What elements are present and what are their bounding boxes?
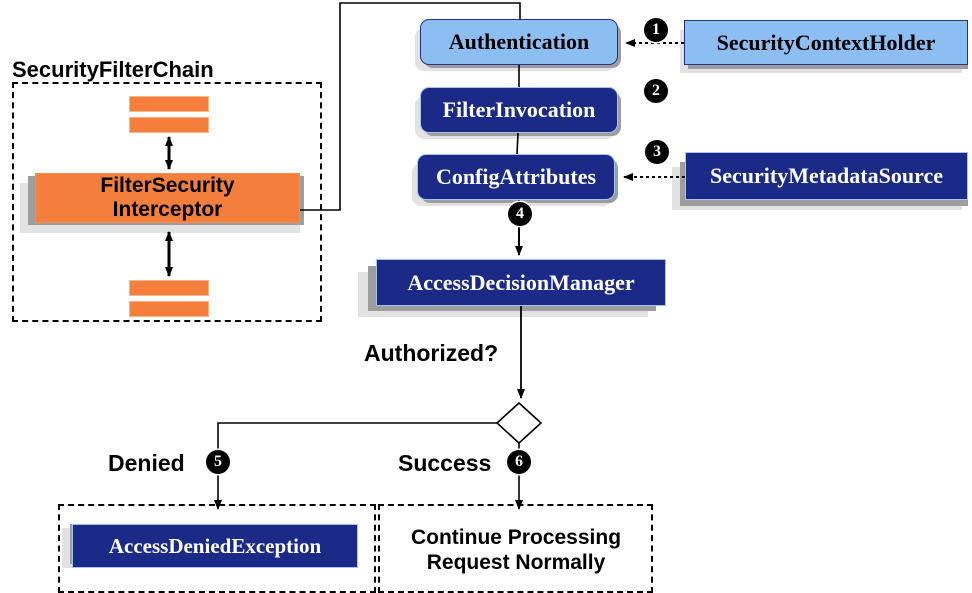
badge-5: 5: [206, 450, 230, 474]
access-decision-manager-node[interactable]: AccessDecisionManager: [376, 259, 666, 306]
diagram-canvas: SecurityFilterChain FilterSecurity Inter…: [0, 0, 972, 593]
authorized-label: Authorized?: [364, 340, 499, 366]
badge-3: 3: [645, 140, 669, 164]
filter-bar-top-2: [129, 117, 209, 133]
badge-2: 2: [644, 79, 668, 103]
access-decision-manager-label: AccessDecisionManager: [407, 269, 635, 295]
security-filter-chain-title: SecurityFilterChain: [12, 57, 214, 82]
access-denied-exception-node[interactable]: AccessDeniedException: [72, 524, 358, 568]
decision-diamond: [495, 401, 543, 445]
config-attributes-label: ConfigAttributes: [435, 164, 597, 190]
continue-processing-node: Continue Processing Request Normally: [382, 512, 650, 588]
filter-invocation-node[interactable]: FilterInvocation: [420, 87, 618, 133]
authentication-label: Authentication: [448, 29, 590, 55]
config-attributes-node[interactable]: ConfigAttributes: [417, 154, 615, 200]
wire-filterinvocation-to-configattributes: [516, 132, 519, 155]
filter-invocation-label: FilterInvocation: [442, 97, 596, 123]
security-metadata-source-label: SecurityMetadataSource: [710, 163, 943, 189]
continue-processing-label: Continue Processing Request Normally: [410, 525, 622, 574]
badge-1: 1: [644, 18, 668, 42]
access-denied-exception-label: AccessDeniedException: [108, 533, 322, 558]
filter-bar-top-1: [129, 96, 209, 112]
success-label: Success: [398, 450, 492, 476]
filter-security-interceptor-label: FilterSecurity Interceptor: [100, 174, 235, 221]
filter-bar-bottom-2: [129, 301, 209, 317]
denied-label: Denied: [108, 450, 185, 476]
filter-bar-bottom-1: [129, 280, 209, 296]
filter-security-interceptor-node[interactable]: FilterSecurity Interceptor: [35, 173, 300, 223]
badge-6: 6: [507, 450, 531, 474]
security-context-holder-node[interactable]: SecurityContextHolder: [684, 20, 968, 65]
security-metadata-source-node[interactable]: SecurityMetadataSource: [685, 152, 968, 200]
badge-4: 4: [508, 202, 532, 226]
security-context-holder-label: SecurityContextHolder: [716, 29, 936, 55]
authentication-node[interactable]: Authentication: [420, 19, 618, 65]
